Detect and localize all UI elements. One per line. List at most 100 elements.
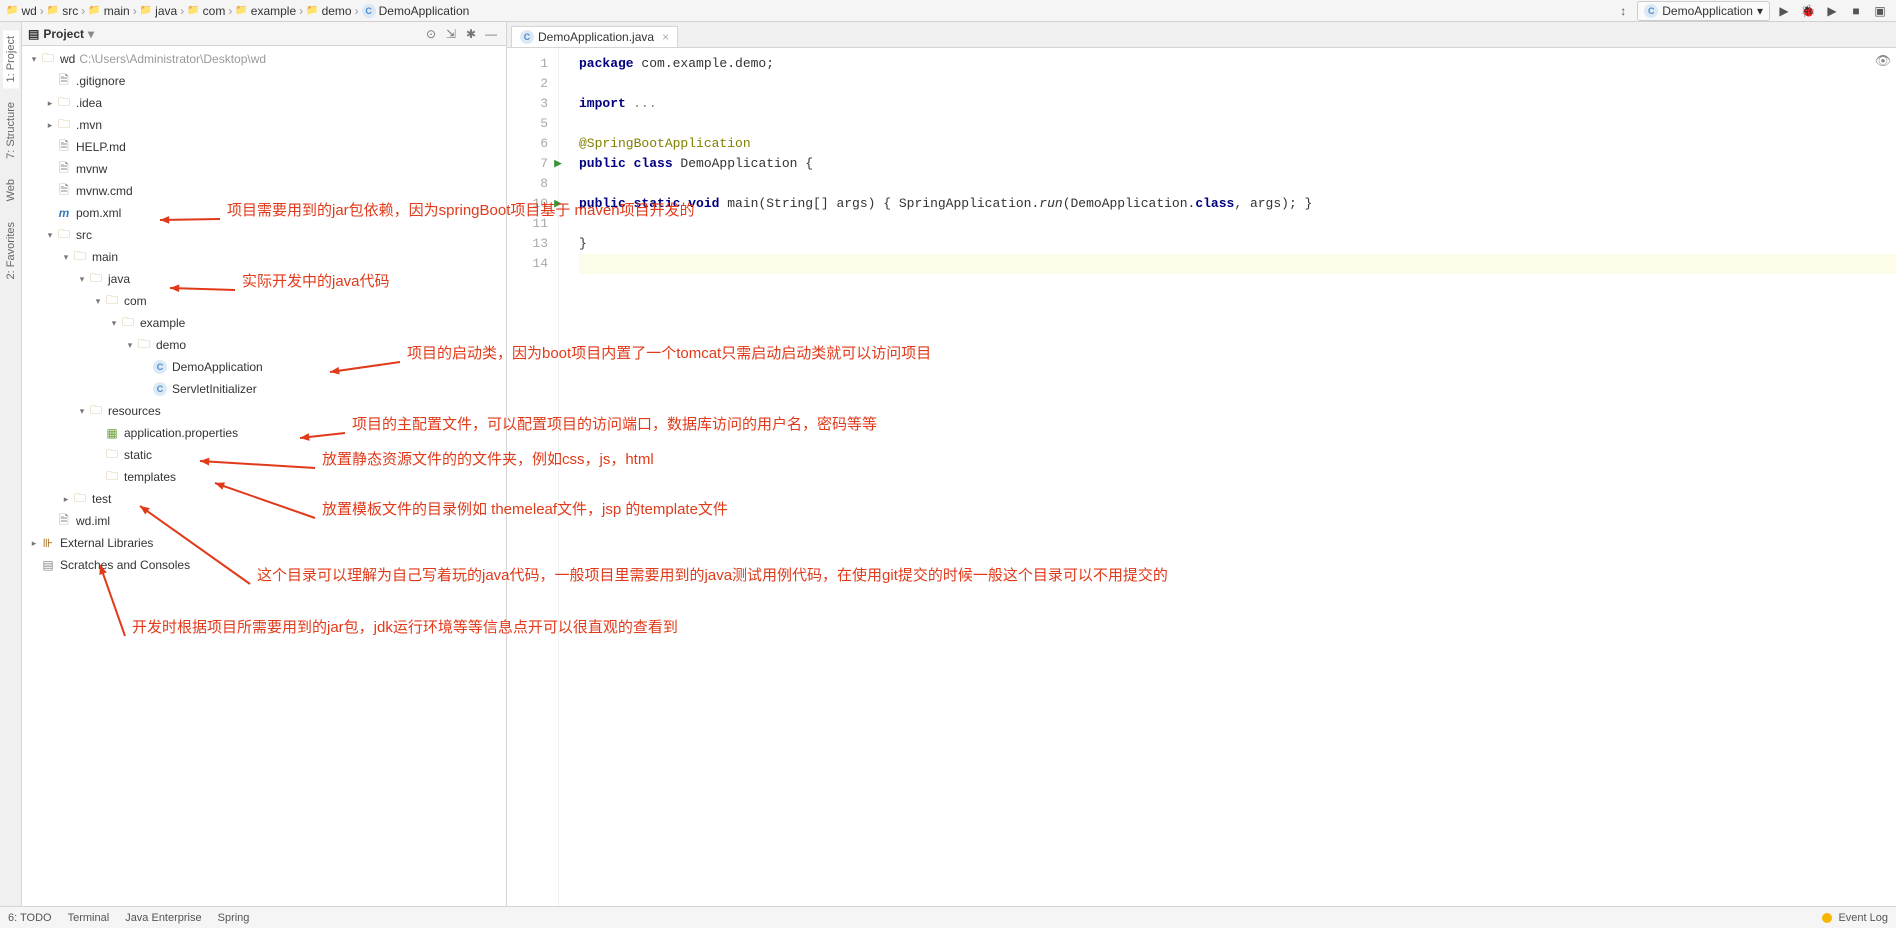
project-tree[interactable]: ▾🗀wdC:\Users\Administrator\Desktop\wd🗎.g… [22, 46, 506, 906]
tab-structure[interactable]: 7: Structure [3, 96, 19, 165]
chevron-icon: ▾ [124, 340, 136, 351]
tree-label: java [108, 272, 130, 286]
tab-project[interactable]: 1: Project [3, 30, 19, 88]
tree-label: test [92, 492, 111, 506]
library-icon: ⊪ [40, 535, 56, 551]
debug-icon[interactable]: 🐞 [1798, 1, 1818, 21]
maven-icon: m [56, 205, 72, 221]
chevron-down-icon[interactable]: ▾ [88, 27, 94, 41]
tree-item[interactable]: CServletInitializer [22, 378, 506, 400]
tree-item[interactable]: ▾🗀main [22, 246, 506, 268]
folder-icon: 📁 [6, 5, 18, 16]
select-opened-icon[interactable]: ⊙ [422, 25, 440, 43]
folder-icon: 📁 [140, 5, 152, 16]
tree-label: pom.xml [76, 206, 121, 220]
folder-icon: 📁 [235, 5, 247, 16]
tree-item[interactable]: 🗎.gitignore [22, 70, 506, 92]
event-log[interactable]: Event Log [1838, 912, 1888, 924]
tree-item[interactable]: ▾🗀com [22, 290, 506, 312]
tree-item[interactable]: ▾🗀example [22, 312, 506, 334]
breadcrumb-item[interactable]: 📁wd [6, 4, 37, 18]
layout-icon[interactable]: ▣ [1870, 1, 1890, 21]
code-line [579, 114, 1896, 134]
tree-item[interactable]: 🗎HELP.md [22, 136, 506, 158]
breadcrumb-item[interactable]: 📁src [47, 4, 78, 18]
editor-body[interactable]: 123567▶810▶111314 package com.example.de… [507, 48, 1896, 906]
tree-label: resources [108, 404, 161, 418]
hide-icon[interactable]: — [482, 25, 500, 43]
chevron-icon: ▾ [60, 252, 72, 263]
tree-label: templates [124, 470, 176, 484]
tree-label: demo [156, 338, 186, 352]
tree-label: .gitignore [76, 74, 125, 88]
class-icon: C [520, 30, 534, 44]
project-panel: ▤ Project ▾ ⊙ ⇲ ✱ — ▾🗀wdC:\Users\Adminis… [22, 22, 507, 906]
tree-item[interactable]: 🗎mvnw [22, 158, 506, 180]
inspection-icon[interactable]: 👁 [1874, 52, 1892, 70]
sync-icon[interactable]: ↕ [1613, 1, 1633, 21]
breadcrumb-item[interactable]: 📁example [235, 4, 296, 18]
coverage-icon[interactable]: ▶ [1822, 1, 1842, 21]
tool-todo[interactable]: 6: TODO [8, 912, 52, 924]
code-line: package com.example.demo; [579, 54, 1896, 74]
folder-icon: 🗀 [88, 271, 104, 287]
tree-item[interactable]: ▾🗀java [22, 268, 506, 290]
breadcrumb-item[interactable]: 📁main [88, 4, 129, 18]
tree-item[interactable]: m pom.xml [22, 202, 506, 224]
properties-icon: ▦ [104, 425, 120, 441]
tree-item[interactable]: ▦ application.properties [22, 422, 506, 444]
tree-item[interactable]: ▸🗀.idea [22, 92, 506, 114]
chevron-icon: ▾ [108, 318, 120, 329]
folder-icon: 📁 [187, 5, 199, 16]
tree-item[interactable]: ▾🗀demo [22, 334, 506, 356]
run-icon[interactable]: ▶ [1774, 1, 1794, 21]
folder-icon: 📁 [47, 5, 59, 16]
breadcrumb-item[interactable]: 📁com [187, 4, 225, 18]
breadcrumb-bar: 📁wd›📁src›📁main›📁java›📁com›📁example›📁demo… [0, 0, 1896, 22]
run-config-label: DemoApplication [1662, 4, 1753, 18]
chevron-down-icon: ▾ [1757, 4, 1763, 18]
tree-item[interactable]: ▸🗀.mvn [22, 114, 506, 136]
close-icon[interactable]: × [662, 30, 669, 44]
tree-item[interactable]: ▾🗀wdC:\Users\Administrator\Desktop\wd [22, 48, 506, 70]
tool-terminal[interactable]: Terminal [68, 912, 110, 924]
folder-icon: 🗀 [40, 51, 56, 67]
bottom-bar: 6: TODO Terminal Java Enterprise Spring … [0, 906, 1896, 928]
breadcrumb-item[interactable]: CDemoApplication [362, 4, 470, 18]
tool-java-enterprise[interactable]: Java Enterprise [125, 912, 201, 924]
tree-item[interactable]: ▸⊪External Libraries [22, 532, 506, 554]
expand-icon[interactable]: ⇲ [442, 25, 460, 43]
tree-item[interactable]: ▤ Scratches and Consoles [22, 554, 506, 576]
tab-favorites[interactable]: 2: Favorites [3, 216, 19, 285]
run-config-dropdown[interactable]: C DemoApplication ▾ [1637, 1, 1770, 21]
editor-tab[interactable]: C DemoApplication.java × [511, 26, 678, 47]
tree-item[interactable]: ▾🗀resources [22, 400, 506, 422]
folder-icon: 🗀 [56, 95, 72, 111]
tree-item[interactable]: ▾🗀src [22, 224, 506, 246]
scratch-icon: ▤ [40, 557, 56, 573]
breadcrumb-item[interactable]: 📁demo [306, 4, 351, 18]
stop-icon[interactable]: ■ [1846, 1, 1866, 21]
class-icon: C [362, 4, 376, 18]
folder-icon: 📁 [88, 5, 100, 16]
chevron-icon: ▸ [44, 98, 56, 109]
chevron-icon: ▾ [28, 54, 40, 65]
tree-label: .mvn [76, 118, 102, 132]
code-area[interactable]: package com.example.demo; import ... @Sp… [559, 48, 1896, 906]
tree-label: static [124, 448, 152, 462]
tree-item[interactable]: 🗀static [22, 444, 506, 466]
tree-label: Scratches and Consoles [60, 558, 190, 572]
panel-title: ▤ Project ▾ [28, 27, 94, 41]
chevron-icon: ▾ [44, 230, 56, 241]
tree-item[interactable]: 🗀templates [22, 466, 506, 488]
tree-item[interactable]: ▸🗀test [22, 488, 506, 510]
folder-icon: 🗀 [56, 117, 72, 133]
tab-web[interactable]: Web [3, 173, 19, 207]
tree-item[interactable]: 🗎wd.iml [22, 510, 506, 532]
tree-item[interactable]: 🗎mvnw.cmd [22, 180, 506, 202]
tree-label: application.properties [124, 426, 238, 440]
tree-item[interactable]: CDemoApplication [22, 356, 506, 378]
breadcrumb-item[interactable]: 📁java [140, 4, 177, 18]
gear-icon[interactable]: ✱ [462, 25, 480, 43]
tool-spring[interactable]: Spring [218, 912, 250, 924]
